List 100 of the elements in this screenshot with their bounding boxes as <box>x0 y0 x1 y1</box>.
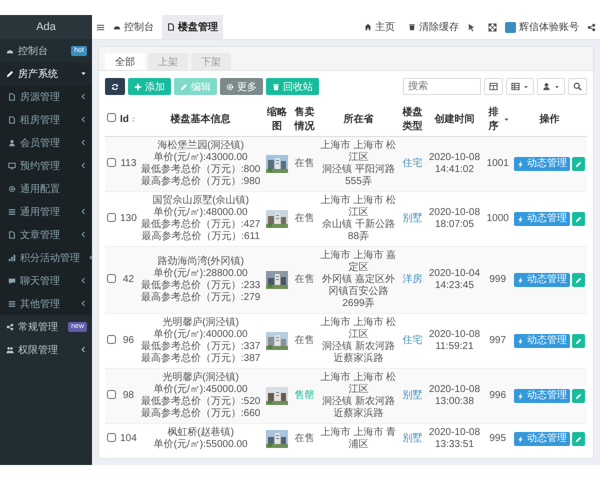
building-name: 光明馨庐(洞泾镇) <box>161 372 240 384</box>
row-checkbox[interactable] <box>107 274 116 282</box>
price-line: 最低参考总价（万元）:233 <box>140 280 260 292</box>
sidebar-item[interactable]: 会员管理 <box>0 131 92 154</box>
row-checkbox[interactable] <box>107 390 116 398</box>
price-line: 单价(元/㎡):40000.00 <box>152 329 249 340</box>
pencil-icon <box>574 216 582 222</box>
nav-link[interactable]: 主页 <box>359 15 400 39</box>
type-label: 洋房 <box>402 274 423 285</box>
sidebar-item[interactable]: 房源管理 <box>0 85 92 108</box>
price-line: 最低参考总价（万元）:427 <box>140 219 260 230</box>
search-field[interactable]: 搜索 <box>403 78 481 95</box>
dynamics-button[interactable]: 动态管理 <box>514 432 570 446</box>
price-line: 单价(元/㎡):43000.00 <box>152 152 249 164</box>
price-line: 最高参考总价（万元）:611 <box>140 231 260 243</box>
address-line: 洞泾镇 新农河路近蔡家浜路 <box>321 396 396 420</box>
refresh-button[interactable] <box>105 78 125 95</box>
building-name: 枫虹桥(赵巷镇) <box>166 427 235 439</box>
edit-button[interactable] <box>572 212 585 226</box>
home-icon <box>364 23 372 31</box>
row-checkbox[interactable] <box>107 334 116 344</box>
sidebar-item[interactable]: 文章管理 <box>0 223 92 246</box>
gear-icon <box>226 82 234 90</box>
edit-button[interactable] <box>572 157 585 171</box>
document-icon <box>167 23 175 31</box>
price-line: 单价(元/㎡):45000.00 <box>152 384 249 396</box>
building-name: 国贸佘山原墅(佘山镇) <box>151 195 250 206</box>
monitor-icon <box>8 162 16 170</box>
edit-button[interactable] <box>572 432 585 446</box>
address-line: 上海市 上海市 松江区 <box>320 372 398 396</box>
user-menu[interactable]: 辉信体验账号 <box>500 15 584 39</box>
edit-button[interactable] <box>572 334 585 348</box>
row-checkbox[interactable] <box>107 212 116 222</box>
bolt-icon <box>516 392 524 400</box>
pencil-icon <box>574 392 582 400</box>
price-line: 最低参考总价（万元）:520 <box>140 396 260 408</box>
columns-dropdown[interactable] <box>506 78 534 95</box>
sidebar-item[interactable]: 租房管理 <box>0 108 92 131</box>
sidebar-item[interactable]: 通用配置 <box>0 177 92 200</box>
dynamics-button[interactable]: 动态管理 <box>514 273 570 287</box>
address-line: 上海市 上海市 松江区 <box>320 317 398 340</box>
table-icon <box>489 82 498 91</box>
users-icon <box>6 346 14 354</box>
select-all-checkbox[interactable] <box>107 113 116 122</box>
table-cell: 1001 <box>486 158 509 169</box>
sidebar-item[interactable]: 积分活动管理 <box>0 246 92 269</box>
table-cell-text: 2020-10-08 13:00:38 <box>428 384 482 408</box>
bolt-icon <box>516 160 524 168</box>
table-cell-text: 2020-10-08 14:41:02 <box>428 152 482 176</box>
dynamics-button[interactable]: 动态管理 <box>514 389 570 403</box>
sale-status: 在售 <box>294 158 314 169</box>
sale-status: 在售 <box>294 335 314 346</box>
row-checkbox[interactable] <box>107 158 116 166</box>
price-line: 最低参考总价（万元）:337 <box>140 341 260 352</box>
pencil-icon <box>574 338 582 344</box>
dynamics-button[interactable]: 动态管理 <box>514 212 570 226</box>
column-header: 创建时间 <box>434 112 474 126</box>
column-header: 楼盘基本信息 <box>170 112 231 126</box>
trash-icon <box>272 82 280 90</box>
app-logo: Ada <box>0 15 92 39</box>
search-button[interactable] <box>568 78 587 95</box>
table-cell: 42 <box>122 274 134 285</box>
bolt-icon <box>516 436 524 442</box>
dynamics-button[interactable]: 动态管理 <box>514 334 570 348</box>
search-icon <box>573 82 582 91</box>
trash-icon <box>408 23 416 31</box>
address-line: 上海市 上海市 松江区 <box>320 140 398 164</box>
sort-icon <box>502 116 510 122</box>
nav-link[interactable]: 清除缓存 <box>403 15 464 39</box>
sidebar-item[interactable]: 预约管理 <box>0 154 92 177</box>
sidebar-item[interactable]: 聊天管理 <box>0 269 92 292</box>
nav-tab[interactable]: 控制台 <box>108 15 159 39</box>
sidebar-item[interactable]: 权限管理 <box>0 338 92 361</box>
column-header: 排序 <box>487 106 500 133</box>
address-line: 上海市 上海市 松江区 <box>320 195 398 218</box>
column-header: 操作 <box>539 112 560 126</box>
building-name: 路劲海尚湾(外冈镇) <box>156 256 245 268</box>
row-checkbox[interactable] <box>107 432 116 442</box>
column-header: 缩略图 <box>266 106 288 133</box>
price-line: 单价(元/㎡):28800.00 <box>152 268 249 280</box>
price-line: 最高参考总价（万元）:980 <box>140 176 260 188</box>
sidebar-item[interactable]: 房产系统 <box>0 62 92 85</box>
more-button[interactable]: 更多 <box>220 78 263 95</box>
edit-button[interactable] <box>572 389 585 403</box>
export-dropdown[interactable] <box>537 78 565 95</box>
table-cell: 996 <box>489 390 506 401</box>
filter-tab[interactable]: 全部 <box>105 53 145 70</box>
sidebar-item[interactable]: 通用管理 <box>0 200 92 223</box>
dynamics-button[interactable]: 动态管理 <box>514 157 570 171</box>
menu-icon <box>96 22 105 32</box>
table-cell: 995 <box>489 433 506 444</box>
table-view-button[interactable] <box>484 78 503 95</box>
table-cell-text: 2020-10-08 13:33:51 <box>428 427 482 451</box>
table-cell: 1000 <box>486 213 509 224</box>
caret-icon <box>554 84 560 90</box>
nav-tab[interactable]: 楼盘管理 <box>162 15 223 39</box>
sidebar-item[interactable]: 其他管理 <box>0 292 92 315</box>
type-label: 别墅 <box>402 390 423 401</box>
caret-icon <box>523 84 529 90</box>
edit-button[interactable] <box>572 273 585 287</box>
